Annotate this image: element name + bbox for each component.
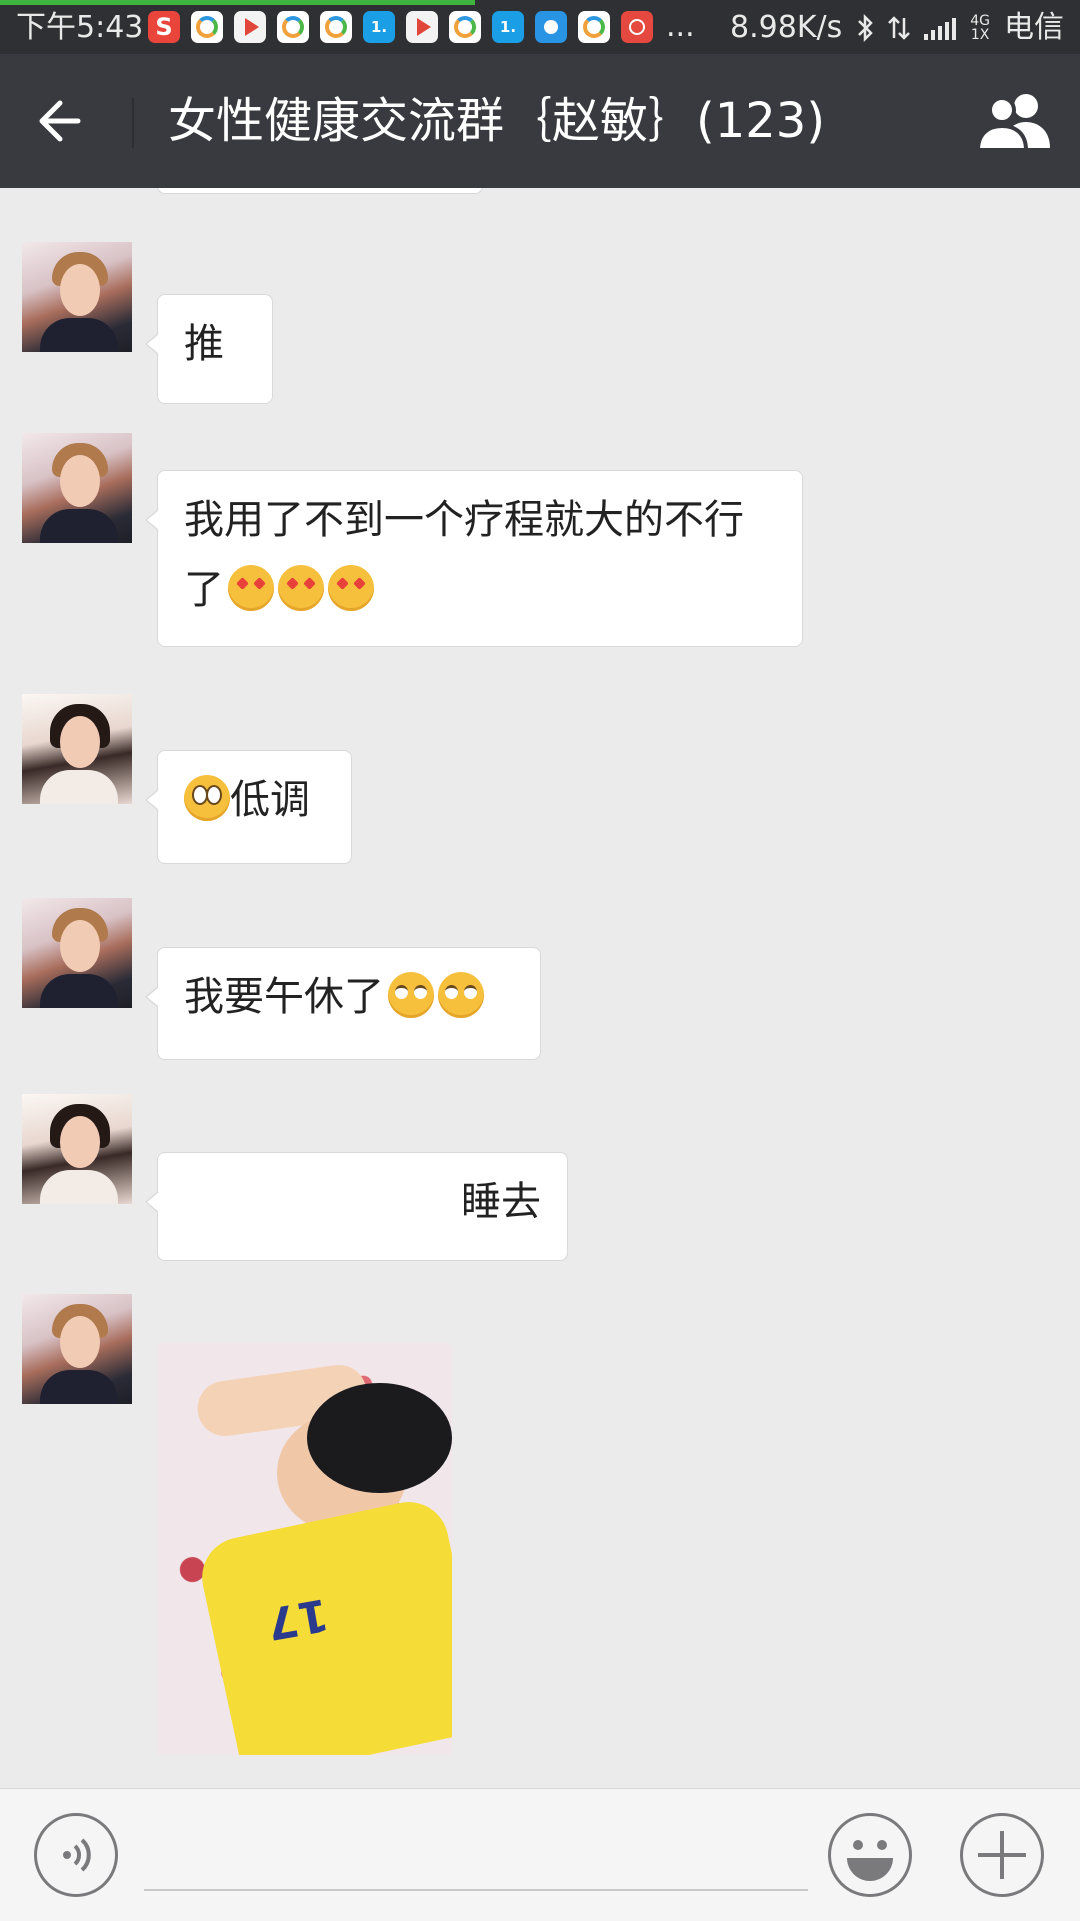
chat-message-list[interactable]: 推 我用了不到一个疗程就大的不行了 低调 我要午休了 睡去 17: [0, 188, 1080, 1788]
message-text: 推: [184, 321, 224, 367]
status-right: 8.98K/s 4G 1X 电信: [730, 10, 1064, 46]
download-progress-bar: [0, 0, 476, 5]
love-eyes-emoji-icon: [328, 565, 374, 611]
group-members-button[interactable]: [974, 90, 1052, 152]
browser-icon: [320, 11, 352, 43]
sender-avatar[interactable]: [22, 694, 132, 804]
back-arrow-icon: [39, 100, 81, 142]
love-eyes-emoji-icon: [278, 565, 324, 611]
message-bubble[interactable]: 推: [145, 294, 273, 404]
message-bubble[interactable]: 我用了不到一个疗程就大的不行了: [145, 470, 803, 647]
message-input[interactable]: [144, 1819, 808, 1891]
sender-avatar[interactable]: [22, 1294, 132, 1404]
voice-input-button[interactable]: [34, 1813, 118, 1897]
header-divider: [132, 98, 134, 148]
shirt-number: 17: [263, 1588, 333, 1649]
play-icon: [406, 11, 438, 43]
net-speed: 8.98K/s: [730, 10, 843, 45]
bluetooth-icon: [858, 14, 874, 42]
browser-icon: [449, 11, 481, 43]
message-bubble[interactable]: 睡去: [145, 1152, 568, 1261]
network-type-indicator: 4G 1X: [970, 13, 990, 43]
emoji-button[interactable]: [828, 1813, 912, 1897]
notification-icons: S 1. 1. ...: [148, 10, 695, 44]
message-text: 低调: [230, 777, 310, 823]
voice-icon: [63, 1838, 91, 1872]
more-actions-button[interactable]: [960, 1813, 1044, 1897]
previous-message-bubble-fragment: [157, 188, 483, 194]
eye-roll-emoji-icon: [438, 972, 484, 1018]
status-time: 下午5:43: [16, 10, 144, 45]
smiley-face-icon: [847, 1840, 893, 1881]
eye-roll-emoji-icon: [388, 972, 434, 1018]
browser-icon: [277, 11, 309, 43]
note-icon: [535, 11, 567, 43]
chat-header: 女性健康交流群｛赵敏｝(123): [0, 54, 1080, 188]
sender-avatar[interactable]: [22, 1094, 132, 1204]
status-bar: 下午5:43 S 1. 1. ... 8.98K/s 4G 1X 电信: [0, 0, 1080, 54]
plus-icon: [978, 1831, 1026, 1879]
back-button[interactable]: [30, 90, 100, 152]
sogou-icon: S: [148, 11, 180, 43]
chat-input-bar: [0, 1788, 1080, 1921]
news-icon: 1.: [492, 11, 524, 43]
browser-icon: [191, 11, 223, 43]
message-bubble[interactable]: 我要午休了: [145, 947, 541, 1060]
sender-avatar[interactable]: [22, 433, 132, 543]
browser-icon: [578, 11, 610, 43]
message-text: 我要午休了: [184, 974, 384, 1020]
love-eyes-emoji-icon: [228, 565, 274, 611]
carrier-name: 电信: [1004, 10, 1064, 45]
flushed-emoji-icon: [184, 775, 230, 821]
sender-avatar[interactable]: [22, 242, 132, 352]
group-members-icon: [975, 94, 1050, 152]
data-transfer-icon: [888, 16, 911, 40]
image-message[interactable]: 17: [157, 1343, 452, 1755]
message-text: 睡去: [461, 1179, 541, 1225]
sender-avatar[interactable]: [22, 898, 132, 1008]
more-notifications-indicator: ...: [666, 9, 695, 44]
message-bubble[interactable]: 低调: [145, 750, 352, 864]
chat-title: 女性健康交流群｛赵敏｝(123): [168, 93, 826, 149]
news-icon: 1.: [363, 11, 395, 43]
play-icon: [234, 11, 266, 43]
chart-icon: [621, 11, 653, 43]
signal-strength-icon: [924, 16, 957, 40]
